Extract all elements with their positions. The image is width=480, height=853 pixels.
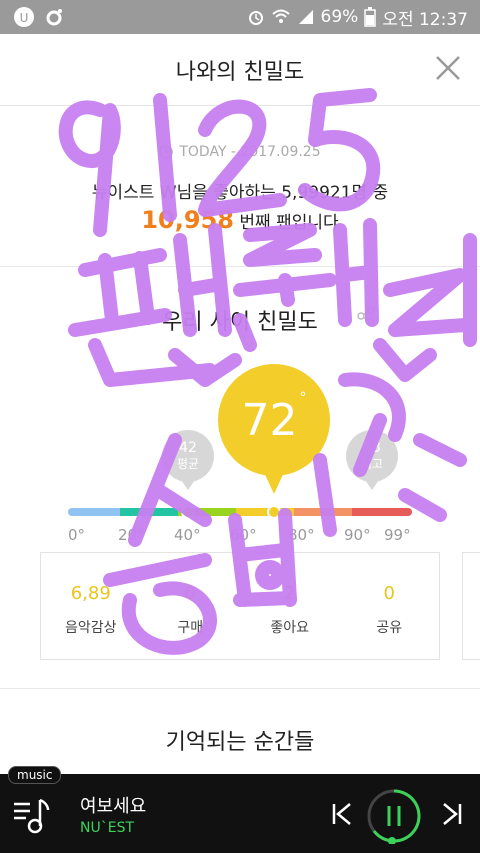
average-bubble: 42 평균 bbox=[162, 430, 214, 482]
battery-icon bbox=[364, 7, 377, 27]
stat-share: 0 공유 bbox=[340, 553, 440, 659]
stat-purchase-label: 구매 bbox=[177, 620, 204, 636]
tick-99: 99° bbox=[384, 526, 411, 544]
stat-purchase: 0 구매 bbox=[141, 553, 241, 659]
max-label: 최고 bbox=[360, 457, 384, 471]
scale-segment bbox=[120, 508, 178, 516]
scale-segment bbox=[294, 508, 352, 516]
fan-rank-line: 10,958 번째 팬입니다 bbox=[0, 206, 480, 234]
close-button[interactable] bbox=[434, 54, 462, 82]
tick-90: 90° bbox=[344, 526, 371, 544]
degree-sign: ° bbox=[299, 390, 307, 406]
stat-like: 2 좋아요 bbox=[240, 553, 340, 659]
divider bbox=[0, 266, 480, 267]
wifi-icon bbox=[271, 8, 291, 26]
song-title: 여보세요 bbox=[80, 796, 147, 817]
page-header: 나와의 친밀도 bbox=[0, 34, 480, 106]
circle-app-icon bbox=[44, 7, 64, 27]
average-bubble-pointer bbox=[181, 480, 195, 490]
page-title: 나와의 친밀도 bbox=[175, 60, 305, 85]
current-intimacy-bubble: 72 ° bbox=[218, 364, 330, 476]
clock: 오전 12:37 bbox=[382, 9, 468, 30]
fan-count-line: 뉴이스트 W님을 좋아하는 5,99921명 중 bbox=[91, 183, 389, 203]
stat-share-value: 0 bbox=[383, 583, 395, 604]
memories-title: 기억되는 순간들 bbox=[165, 730, 315, 755]
previous-button[interactable] bbox=[330, 800, 354, 828]
average-marker bbox=[181, 505, 195, 519]
intimacy-scale-bar bbox=[68, 508, 412, 516]
stat-listen-label: 음악감상 bbox=[64, 620, 117, 636]
average-label: 평균 bbox=[176, 457, 200, 471]
tick-20: 20° bbox=[118, 526, 145, 544]
stat-like-value: 2 bbox=[284, 583, 296, 604]
song-artist: NU`EST bbox=[80, 820, 135, 836]
tick-0: 0° bbox=[68, 526, 86, 544]
current-intimacy-value: 72 bbox=[241, 394, 298, 446]
stat-listen: 6,89 음악감상 bbox=[41, 553, 141, 659]
svg-text:U: U bbox=[20, 11, 29, 25]
scale-segment bbox=[236, 508, 294, 516]
max-bubble-pointer bbox=[365, 480, 379, 490]
intimacy-title: 우리 사이 친밀도 bbox=[162, 310, 318, 335]
signal-icon bbox=[297, 8, 315, 26]
stat-share-label: 공유 bbox=[376, 620, 403, 636]
share-icon bbox=[357, 306, 375, 326]
divider bbox=[0, 688, 480, 689]
current-marker bbox=[267, 505, 281, 519]
average-value: 42 bbox=[179, 440, 197, 456]
next-button[interactable] bbox=[440, 800, 464, 828]
max-bubble: 93 최고 bbox=[346, 430, 398, 482]
stat-purchase-value: 0 bbox=[184, 583, 196, 604]
stat-listen-value: 6,89 bbox=[70, 583, 111, 604]
playlist-music-icon bbox=[14, 798, 50, 834]
music-player[interactable]: music 여보세요 NU`EST bbox=[0, 766, 480, 853]
skip-previous-icon bbox=[332, 803, 351, 825]
share-button[interactable] bbox=[356, 306, 376, 326]
clock-icon bbox=[159, 145, 174, 159]
music-tag: music bbox=[8, 766, 62, 784]
today-row: TODAY - 2017.09.25 bbox=[0, 144, 480, 160]
battery-percent: 69% bbox=[320, 7, 359, 27]
scale-segment bbox=[68, 508, 120, 516]
next-stats-card[interactable] bbox=[462, 552, 480, 660]
stat-like-label: 좋아요 bbox=[270, 620, 310, 636]
tick-60: 60° bbox=[230, 526, 257, 544]
playlist-button[interactable] bbox=[12, 792, 52, 836]
alarm-icon bbox=[247, 8, 265, 26]
intimacy-content: TODAY - 2017.09.25 뉴이스트 W님을 좋아하는 5,99921… bbox=[0, 106, 480, 774]
today-date: TODAY - 2017.09.25 bbox=[179, 144, 321, 160]
pause-icon bbox=[367, 789, 421, 845]
status-bar: U 69% 오전 12:37 bbox=[0, 0, 480, 34]
max-value: 93 bbox=[363, 440, 381, 456]
current-bubble-pointer bbox=[262, 468, 286, 494]
app-u-icon: U bbox=[12, 5, 36, 29]
tick-80: 80° bbox=[288, 526, 315, 544]
activity-stats[interactable]: 6,89 음악감상 0 구매 2 좋아요 0 공유 bbox=[40, 552, 440, 660]
fan-rank: 10,958 bbox=[141, 206, 234, 234]
skip-next-icon bbox=[443, 803, 462, 825]
close-icon bbox=[436, 56, 460, 80]
scale-segment bbox=[352, 508, 412, 516]
tick-40: 40° bbox=[174, 526, 201, 544]
pause-button[interactable] bbox=[366, 788, 422, 845]
fan-rank-suffix: 번째 팬입니다 bbox=[239, 213, 339, 233]
